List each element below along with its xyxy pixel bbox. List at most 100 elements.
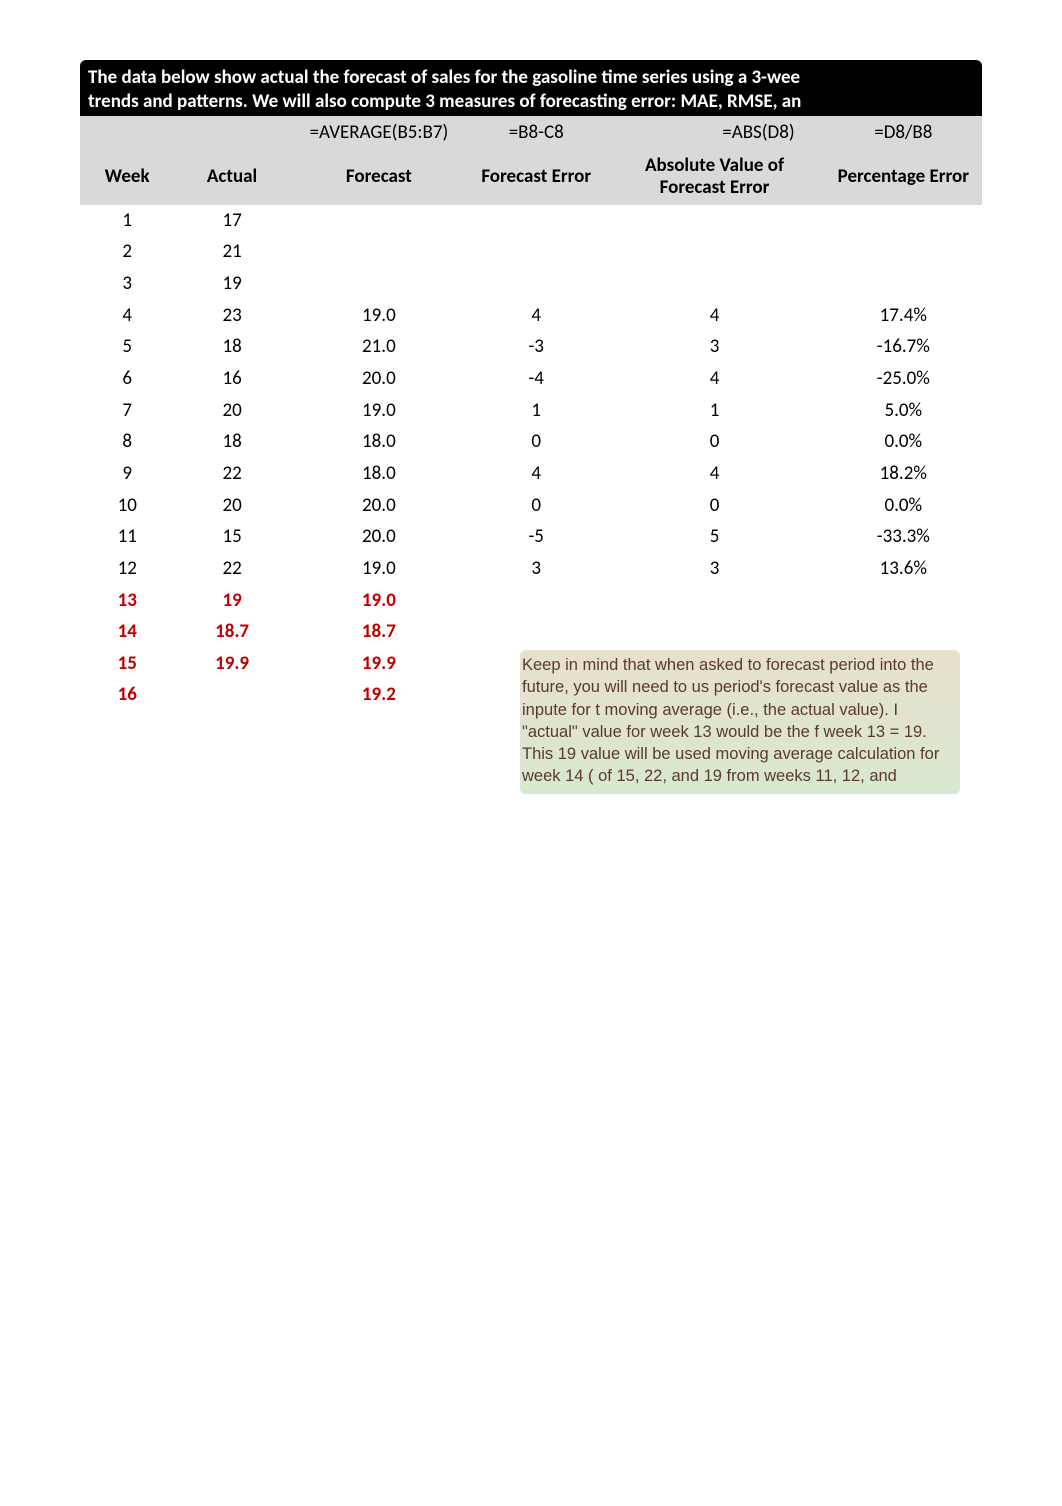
cell-actual: 19.9 (174, 648, 289, 680)
cell-abs (604, 268, 824, 300)
cell-week: 8 (80, 426, 174, 458)
cell-actual: 20 (174, 490, 289, 522)
cell-forecast: 19.2 (290, 679, 468, 711)
cell-abs: 3 (604, 553, 824, 585)
table-row: 319 (80, 268, 982, 300)
cell-week: 13 (80, 585, 174, 617)
table-row: 51821.0-33-16.7% (80, 331, 982, 363)
cell-ferr: 0 (468, 490, 604, 522)
cell-perr (825, 585, 982, 617)
cell-perr: 13.6% (825, 553, 982, 585)
cell-ferr: 1 (468, 395, 604, 427)
cell-forecast: 19.0 (290, 585, 468, 617)
cell-forecast: 18.0 (290, 426, 468, 458)
cell-actual: 23 (174, 300, 289, 332)
cell-forecast: 21.0 (290, 331, 468, 363)
cell-ferr: 4 (468, 458, 604, 490)
table-row: 117 (80, 205, 982, 237)
banner-line1: The data below show actual the forecast … (88, 66, 974, 90)
cell-abs (604, 616, 824, 648)
cell-actual: 22 (174, 553, 289, 585)
cell-ferr: -3 (468, 331, 604, 363)
cell-abs: 5 (604, 521, 824, 553)
formula-ferr: =B8-C8 (468, 116, 604, 150)
table-row: 61620.0-44-25.0% (80, 363, 982, 395)
cell-perr: 0.0% (825, 490, 982, 522)
cell-week: 9 (80, 458, 174, 490)
table-body: 11722131942319.04417.4%51821.0-33-16.7%6… (80, 205, 982, 711)
table-row: 131919.0 (80, 585, 982, 617)
header-actual: Actual (174, 149, 289, 205)
cell-ferr (468, 205, 604, 237)
cell-forecast: 20.0 (290, 490, 468, 522)
cell-actual: 18.7 (174, 616, 289, 648)
cell-actual: 18 (174, 426, 289, 458)
callout-note: Keep in mind that when asked to forecast… (520, 650, 960, 794)
cell-perr: 0.0% (825, 426, 982, 458)
cell-actual (174, 679, 289, 711)
formula-row: =AVERAGE(B5:B7) =B8-C8 =ABS(D8) =D8/B8 (80, 116, 982, 150)
cell-abs: 4 (604, 458, 824, 490)
cell-week: 12 (80, 553, 174, 585)
cell-forecast: 19.0 (290, 553, 468, 585)
cell-ferr: 3 (468, 553, 604, 585)
table-row: 122219.03313.6% (80, 553, 982, 585)
header-week: Week (80, 149, 174, 205)
cell-abs: 4 (604, 363, 824, 395)
table-row: 92218.04418.2% (80, 458, 982, 490)
cell-ferr (468, 268, 604, 300)
cell-forecast: 18.0 (290, 458, 468, 490)
header-abs: Absolute Value of Forecast Error (604, 149, 824, 205)
cell-perr: -33.3% (825, 521, 982, 553)
cell-actual: 21 (174, 236, 289, 268)
cell-perr: 17.4% (825, 300, 982, 332)
cell-week: 2 (80, 236, 174, 268)
cell-abs (604, 205, 824, 237)
cell-perr (825, 268, 982, 300)
cell-week: 7 (80, 395, 174, 427)
formula-blank2 (174, 116, 289, 150)
cell-forecast: 20.0 (290, 363, 468, 395)
cell-abs (604, 236, 824, 268)
cell-abs: 3 (604, 331, 824, 363)
cell-week: 3 (80, 268, 174, 300)
title-banner: The data below show actual the forecast … (80, 60, 982, 116)
cell-ferr (468, 616, 604, 648)
cell-actual: 17 (174, 205, 289, 237)
cell-forecast: 19.0 (290, 300, 468, 332)
cell-forecast: 18.7 (290, 616, 468, 648)
cell-forecast: 19.0 (290, 395, 468, 427)
cell-perr (825, 236, 982, 268)
header-perr: Percentage Error (825, 149, 982, 205)
cell-actual: 22 (174, 458, 289, 490)
header-row: Week Actual Forecast Forecast Error Abso… (80, 149, 982, 205)
cell-week: 6 (80, 363, 174, 395)
cell-actual: 20 (174, 395, 289, 427)
cell-forecast (290, 268, 468, 300)
cell-actual: 19 (174, 268, 289, 300)
formula-abs: =ABS(D8) (604, 116, 824, 150)
cell-forecast (290, 236, 468, 268)
formula-perr: =D8/B8 (825, 116, 982, 150)
cell-ferr: -4 (468, 363, 604, 395)
cell-ferr: -5 (468, 521, 604, 553)
cell-abs: 4 (604, 300, 824, 332)
cell-actual: 19 (174, 585, 289, 617)
cell-week: 11 (80, 521, 174, 553)
cell-forecast: 19.9 (290, 648, 468, 680)
cell-ferr (468, 585, 604, 617)
table-row: 81818.0000.0% (80, 426, 982, 458)
cell-abs: 0 (604, 426, 824, 458)
spreadsheet-view: The data below show actual the forecast … (80, 60, 982, 711)
table-row: 102020.0000.0% (80, 490, 982, 522)
cell-abs: 0 (604, 490, 824, 522)
formula-blank1 (80, 116, 174, 150)
table-row: 221 (80, 236, 982, 268)
cell-perr: 18.2% (825, 458, 982, 490)
cell-actual: 18 (174, 331, 289, 363)
cell-actual: 15 (174, 521, 289, 553)
cell-actual: 16 (174, 363, 289, 395)
cell-perr: -16.7% (825, 331, 982, 363)
cell-abs (604, 585, 824, 617)
cell-week: 10 (80, 490, 174, 522)
